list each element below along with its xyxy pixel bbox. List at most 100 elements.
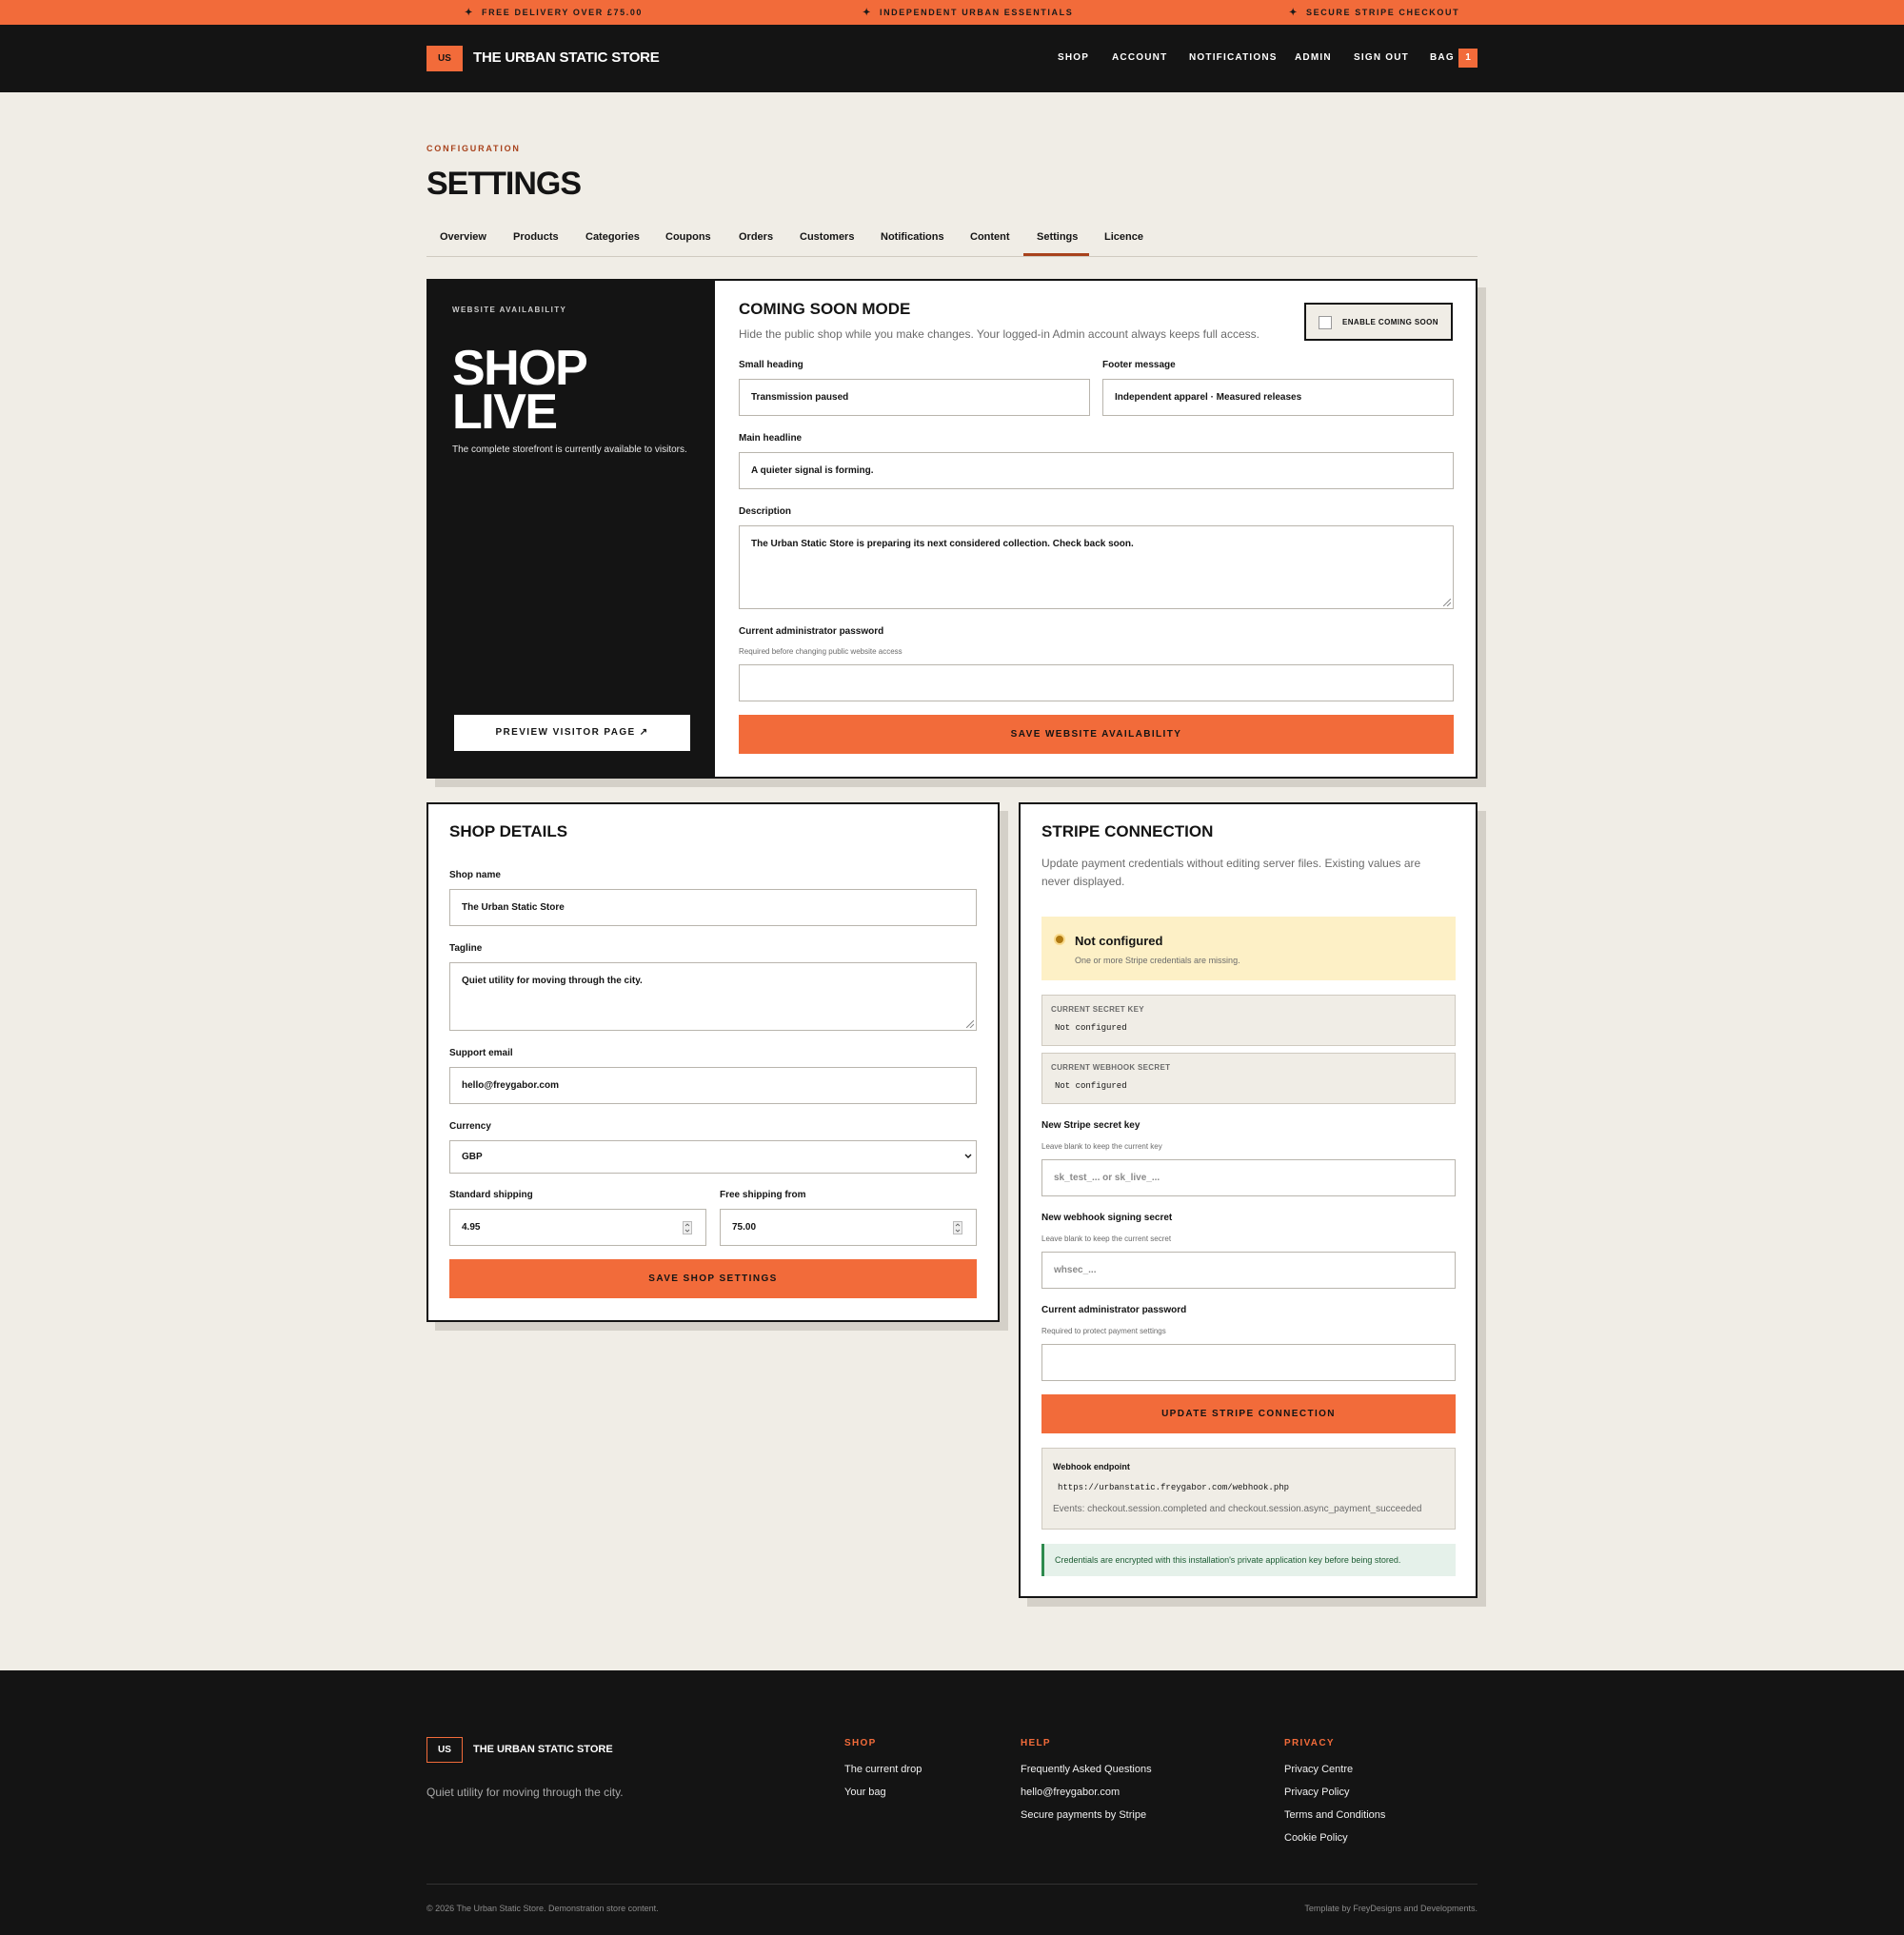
footer-message-label: Footer message (1102, 360, 1176, 370)
footer-copyright: © 2026 The Urban Static Store. Demonstra… (426, 1904, 659, 1913)
promo-bar: ✦ FREE DELIVERY OVER £75.00 ✦ INDEPENDENT … (0, 0, 1904, 25)
stripe-password-input[interactable] (1041, 1344, 1456, 1381)
main-headline-input[interactable] (739, 452, 1454, 489)
enable-coming-soon-toggle[interactable]: ENABLE COMING SOON (1304, 303, 1453, 341)
footer-link-your-bag[interactable]: Your bag (844, 1786, 886, 1799)
footer-tagline: Quiet utility for moving through the cit… (426, 1786, 624, 1799)
store-name-link[interactable]: THE URBAN STATIC STORE (473, 49, 660, 67)
footer-divider (426, 1884, 1478, 1885)
availability-password-label: Current administrator password (739, 626, 884, 637)
site-header (0, 25, 1904, 92)
tab-customers[interactable]: Customers (800, 230, 854, 244)
admin-tabs (426, 221, 1478, 257)
stripe-title: STRIPE CONNECTION (1041, 822, 1214, 840)
footer-shop-heading: SHOP (844, 1738, 877, 1748)
promo-item-delivery: ✦ FREE DELIVERY OVER £75.00 (465, 8, 644, 18)
footer-logo-mark[interactable]: US (426, 1737, 463, 1763)
new-webhook-secret-hint: Leave blank to keep the current secret (1041, 1234, 1172, 1243)
checkbox[interactable] (1319, 316, 1332, 329)
logo-mark[interactable]: US (426, 46, 463, 71)
tab-categories[interactable]: Categories (585, 230, 640, 244)
footer-link-stripe[interactable]: Secure payments by Stripe (1021, 1808, 1146, 1822)
small-heading-label: Small heading (739, 360, 803, 370)
site-footer (0, 1670, 1904, 1935)
free-shipping-input[interactable] (720, 1209, 977, 1246)
stripe-password-hint: Required to protect payment settings (1041, 1327, 1166, 1335)
promo-item-checkout: ✦ SECURE STRIPE CHECKOUT (1289, 8, 1460, 18)
footer-message-input[interactable] (1102, 379, 1454, 416)
shop-status-text: The complete storefront is currently ava… (452, 444, 687, 455)
promo-item-essentials: ✦ INDEPENDENT URBAN ESSENTIALS (863, 8, 1074, 18)
support-email-label: Support email (449, 1048, 513, 1058)
nav-admin[interactable]: ADMIN (1295, 51, 1332, 65)
nav-notifications[interactable]: NOTIFICATIONS (1189, 51, 1278, 65)
footer-link-email[interactable]: hello@freygabor.com (1021, 1786, 1120, 1799)
star-icon: ✦ (1289, 8, 1299, 18)
currency-label: Currency (449, 1121, 491, 1132)
warning-dot-icon (1054, 934, 1065, 945)
new-secret-key-input[interactable] (1041, 1159, 1456, 1196)
nav-account[interactable]: ACCOUNT (1112, 51, 1167, 65)
coming-soon-title: COMING SOON MODE (739, 300, 911, 318)
new-secret-key-label: New Stripe secret key (1041, 1120, 1140, 1131)
nav-bag[interactable]: BAG (1430, 51, 1455, 65)
stripe-status-text: One or more Stripe credentials are missi… (1075, 956, 1240, 965)
page-eyebrow: CONFIGURATION (426, 144, 521, 153)
tab-notifications[interactable]: Notifications (881, 230, 944, 244)
tagline-textarea[interactable]: Quiet utility for moving through the cit… (449, 962, 977, 1031)
webhook-endpoint-label: Webhook endpoint (1053, 1462, 1130, 1471)
tab-licence[interactable]: Licence (1104, 230, 1143, 244)
footer-credit[interactable]: Template by FreyDesigns and Developments… (1304, 1903, 1478, 1914)
availability-password-hint: Required before changing public website … (739, 647, 902, 656)
free-shipping-label: Free shipping from (720, 1190, 806, 1200)
support-email-input[interactable] (449, 1067, 977, 1104)
currency-select[interactable]: GBP (449, 1140, 977, 1174)
footer-help-heading: HELP (1021, 1738, 1051, 1748)
current-secret-key-box (1041, 995, 1456, 1046)
save-website-availability-button[interactable]: SAVE WEBSITE AVAILABILITY (739, 715, 1454, 754)
shop-details-title: SHOP DETAILS (449, 822, 568, 840)
description-label: Description (739, 506, 792, 517)
footer-link-terms[interactable]: Terms and Conditions (1284, 1808, 1385, 1822)
tab-orders[interactable]: Orders (739, 230, 773, 244)
preview-visitor-page-button[interactable]: PREVIEW VISITOR PAGE ↗ (454, 715, 690, 751)
webhook-endpoint-url[interactable]: https://urbanstatic.freygabor.com/webhoo… (1058, 1482, 1289, 1493)
nav-shop[interactable]: SHOP (1058, 51, 1089, 65)
footer-link-cookie-policy[interactable]: Cookie Policy (1284, 1831, 1348, 1845)
new-webhook-secret-label: New webhook signing secret (1041, 1213, 1173, 1223)
update-stripe-connection-button[interactable]: UPDATE STRIPE CONNECTION (1041, 1394, 1456, 1433)
availability-password-input[interactable] (739, 664, 1454, 701)
small-heading-input[interactable] (739, 379, 1090, 416)
tab-products[interactable]: Products (513, 230, 559, 244)
webhook-endpoint-events: Events: checkout.session.completed and c… (1053, 1504, 1422, 1514)
tab-coupons[interactable]: Coupons (665, 230, 711, 244)
number-spinner-icon[interactable] (953, 1221, 962, 1234)
stripe-status-title: Not configured (1075, 934, 1163, 948)
encryption-note: Credentials are encrypted with this inst… (1041, 1544, 1456, 1576)
tab-overview[interactable]: Overview (440, 230, 486, 244)
standard-shipping-input[interactable] (449, 1209, 706, 1246)
footer-link-privacy-policy[interactable]: Privacy Policy (1284, 1786, 1349, 1799)
tab-settings[interactable]: Settings (1037, 230, 1078, 244)
footer-link-privacy-centre[interactable]: Privacy Centre (1284, 1763, 1353, 1776)
new-webhook-secret-input[interactable] (1041, 1252, 1456, 1289)
current-webhook-secret-label: CURRENT WEBHOOK SECRET (1051, 1063, 1171, 1072)
shop-name-input[interactable] (449, 889, 977, 926)
save-shop-settings-button[interactable]: SAVE SHOP SETTINGS (449, 1259, 977, 1298)
shop-status-heading: SHOP LIVE (452, 341, 588, 440)
tab-content[interactable]: Content (970, 230, 1010, 244)
footer-link-current-drop[interactable]: The current drop (844, 1763, 922, 1776)
description-textarea[interactable]: The Urban Static Store is preparing its … (739, 525, 1454, 609)
nav-sign-out[interactable]: SIGN OUT (1354, 51, 1409, 65)
bag-count-badge[interactable]: 1 (1458, 49, 1478, 68)
standard-shipping-label: Standard shipping (449, 1190, 533, 1200)
new-secret-key-hint: Leave blank to keep the current key (1041, 1142, 1162, 1151)
page-title: SETTINGS (426, 166, 582, 202)
stripe-description: Update payment credentials without editi… (1041, 857, 1421, 888)
coming-soon-description: Hide the public shop while you make chan… (739, 327, 1259, 341)
footer-link-faq[interactable]: Frequently Asked Questions (1021, 1763, 1152, 1776)
number-spinner-icon[interactable] (683, 1221, 692, 1234)
chevron-down-icon (964, 1154, 972, 1158)
main-headline-label: Main headline (739, 433, 803, 444)
star-icon: ✦ (465, 8, 474, 18)
